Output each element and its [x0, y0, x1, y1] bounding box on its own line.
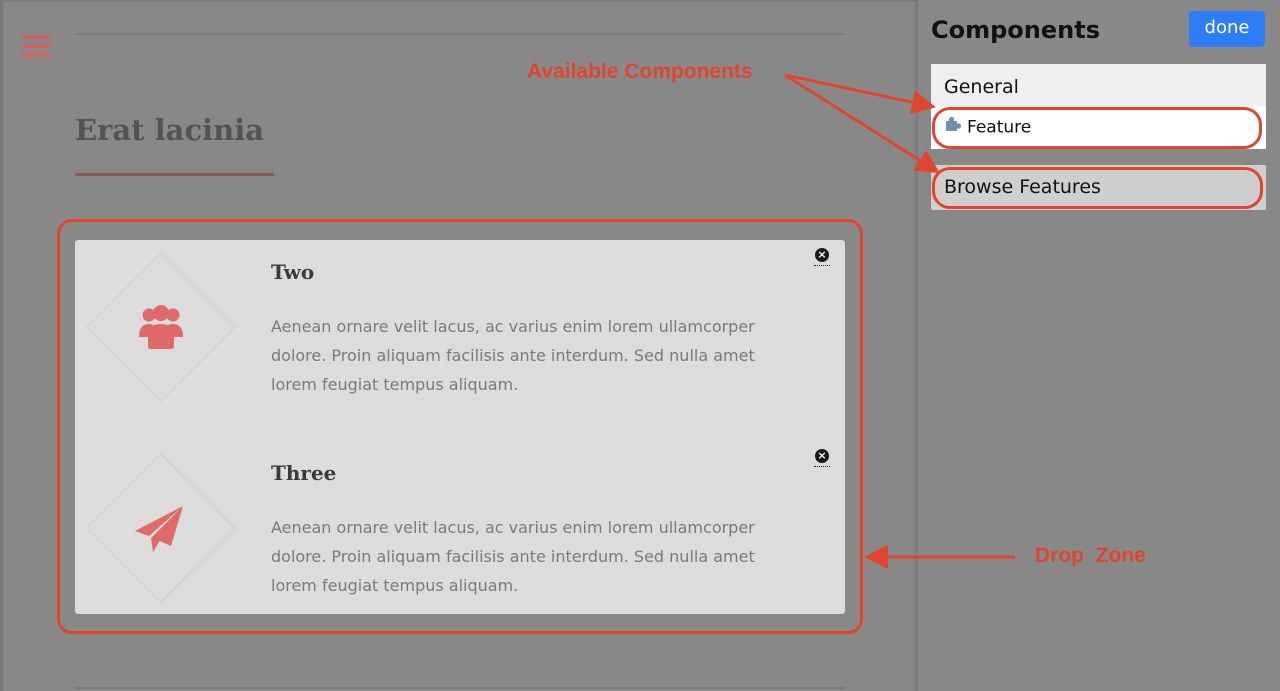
close-glyph: × — [815, 449, 829, 463]
feature-item[interactable]: Three Aenean ornare velit lacus, ac vari… — [75, 441, 845, 626]
close-glyph: × — [815, 248, 829, 262]
menu-bar — [22, 44, 51, 48]
close-circle-icon[interactable]: × — [814, 448, 830, 468]
feature-description: Aenean ornare velit lacus, ac varius eni… — [271, 317, 755, 394]
dotted-underline — [814, 466, 830, 467]
left-edge — [0, 0, 3, 691]
done-button[interactable]: done — [1189, 11, 1265, 47]
menu-bar — [22, 53, 51, 57]
feature-icon-diamond — [86, 453, 236, 603]
group-header[interactable]: General — [931, 64, 1266, 106]
annotation-drop-zone: Drop Zone — [1035, 544, 1146, 567]
component-item-feature[interactable]: Feature — [931, 106, 1266, 149]
users-group-icon — [131, 297, 191, 357]
component-group-general: General Feature — [931, 64, 1266, 149]
browse-features-button[interactable]: Browse Features — [931, 165, 1266, 210]
annotation-available-components: Available Components — [527, 60, 753, 83]
feature-description: Aenean ornare velit lacus, ac varius eni… — [271, 518, 755, 595]
feature-title: Three — [271, 461, 337, 485]
hamburger-menu-icon[interactable] — [22, 34, 52, 60]
bottom-divider — [75, 687, 845, 689]
feature-icon-diamond — [86, 252, 236, 402]
top-divider — [75, 33, 845, 35]
dotted-underline — [814, 265, 830, 266]
feature-title: Two — [271, 260, 315, 284]
title-underline — [75, 173, 274, 176]
feature-item[interactable]: Two Aenean ornare velit lacus, ac varius… — [75, 240, 845, 425]
puzzle-piece-icon — [945, 106, 962, 149]
paper-plane-icon — [131, 498, 191, 558]
menu-bar — [22, 35, 51, 39]
components-panel: Components done General Feature Browse F… — [918, 0, 1280, 691]
panel-title: Components — [931, 16, 1100, 44]
section-title: Erat lacinia — [75, 113, 265, 147]
component-item-label: Feature — [967, 117, 1032, 138]
drop-zone[interactable]: Two Aenean ornare velit lacus, ac varius… — [75, 240, 845, 614]
close-circle-icon[interactable]: × — [814, 247, 830, 267]
